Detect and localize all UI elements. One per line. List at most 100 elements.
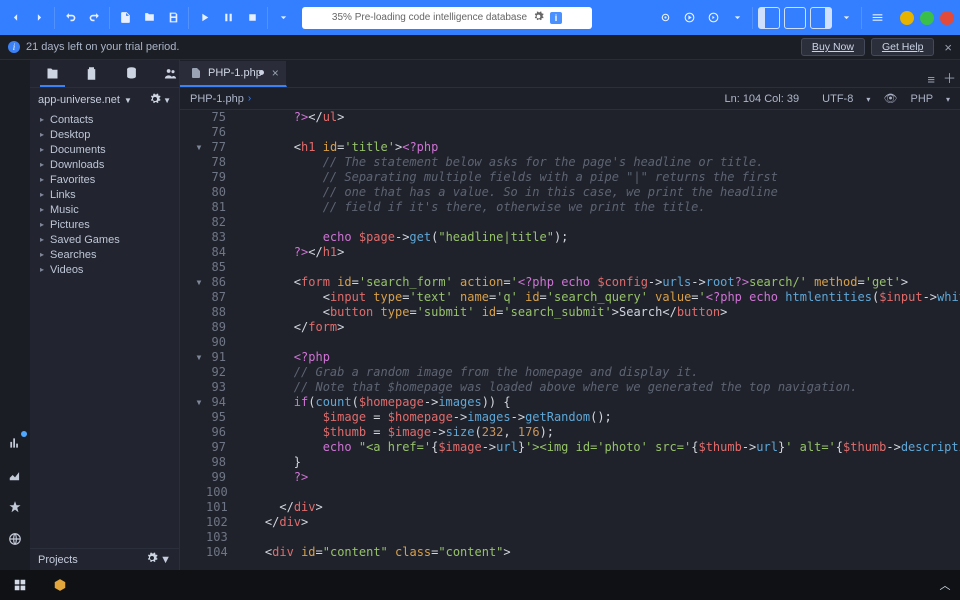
- sidebar-item[interactable]: ▸Contacts: [30, 112, 179, 127]
- fold-toggle[interactable]: [192, 365, 206, 380]
- code-content[interactable]: </form>: [232, 320, 960, 335]
- code-content[interactable]: [232, 530, 960, 545]
- favorites-button[interactable]: [4, 496, 26, 518]
- fold-toggle[interactable]: ▾: [192, 275, 206, 290]
- sidebar-item[interactable]: ▸Links: [30, 187, 179, 202]
- code-content[interactable]: <h1 id='title'><?php: [232, 140, 960, 155]
- save-button[interactable]: [162, 7, 184, 29]
- code-line[interactable]: 87 <input type='text' name='q' id='searc…: [180, 290, 960, 305]
- users-icon[interactable]: [162, 66, 179, 81]
- search-input[interactable]: 35% Pre-loading code intelligence databa…: [302, 7, 592, 29]
- code-line[interactable]: 92 // Grab a random image from the homep…: [180, 365, 960, 380]
- fold-toggle[interactable]: [192, 155, 206, 170]
- code-line[interactable]: 76: [180, 125, 960, 140]
- code-content[interactable]: // one that has a value. So in this case…: [232, 185, 960, 200]
- more-button[interactable]: [272, 7, 294, 29]
- undo-button[interactable]: [59, 7, 81, 29]
- close-tab-button[interactable]: ×: [272, 66, 279, 80]
- fold-toggle[interactable]: [192, 425, 206, 440]
- code-line[interactable]: 85: [180, 260, 960, 275]
- sidebar-item[interactable]: ▸Searches: [30, 247, 179, 262]
- get-help-button[interactable]: Get Help: [871, 38, 934, 56]
- code-content[interactable]: [232, 335, 960, 350]
- code-content[interactable]: if(count($homepage->images)) {: [232, 395, 960, 410]
- fold-toggle[interactable]: [192, 500, 206, 515]
- code-line[interactable]: ▾77 <h1 id='title'><?php: [180, 140, 960, 155]
- code-line[interactable]: 90: [180, 335, 960, 350]
- code-editor[interactable]: 75 ?></ul>76▾77 <h1 id='title'><?php78 /…: [180, 110, 960, 570]
- fold-toggle[interactable]: [192, 125, 206, 140]
- sidebar-title-row[interactable]: app-universe.net▼ ▼: [30, 88, 179, 112]
- database-icon[interactable]: [123, 66, 140, 81]
- code-content[interactable]: <button type='submit' id='search_submit'…: [232, 305, 960, 320]
- fold-toggle[interactable]: [192, 470, 206, 485]
- code-line[interactable]: 84 ?></h1>: [180, 245, 960, 260]
- fold-toggle[interactable]: [192, 245, 206, 260]
- code-content[interactable]: <input type='text' name='q' id='search_q…: [232, 290, 960, 305]
- fold-toggle[interactable]: [192, 230, 206, 245]
- close-window-icon[interactable]: [940, 11, 954, 25]
- fold-toggle[interactable]: [192, 260, 206, 275]
- code-content[interactable]: <div id="content" class="content">: [232, 545, 960, 560]
- code-content[interactable]: // field if it's there, otherwise we pri…: [232, 200, 960, 215]
- gear-icon[interactable]: [149, 93, 161, 108]
- code-line[interactable]: 102 </div>: [180, 515, 960, 530]
- new-file-button[interactable]: [114, 7, 136, 29]
- taskbar-app-1[interactable]: [40, 570, 80, 600]
- code-content[interactable]: // The statement below asks for the page…: [232, 155, 960, 170]
- minimize-icon[interactable]: [900, 11, 914, 25]
- code-line[interactable]: 101 </div>: [180, 500, 960, 515]
- code-line[interactable]: 81 // field if it's there, otherwise we …: [180, 200, 960, 215]
- code-line[interactable]: ▾94 if(count($homepage->images)) {: [180, 395, 960, 410]
- code-content[interactable]: <?php: [232, 350, 960, 365]
- fold-toggle[interactable]: [192, 185, 206, 200]
- code-content[interactable]: [232, 125, 960, 140]
- code-content[interactable]: $image = $homepage->images->getRandom();: [232, 410, 960, 425]
- explorer-view-icon[interactable]: [44, 66, 61, 81]
- code-content[interactable]: <form id='search_form' action='<?php ech…: [232, 275, 960, 290]
- code-line[interactable]: 96 $thumb = $image->size(232, 176);: [180, 425, 960, 440]
- fold-toggle[interactable]: [192, 545, 206, 560]
- code-line[interactable]: 89 </form>: [180, 320, 960, 335]
- fold-toggle[interactable]: [192, 380, 206, 395]
- gear-icon[interactable]: [146, 552, 158, 567]
- code-line[interactable]: 93 // Note that $homepage was loaded abo…: [180, 380, 960, 395]
- code-line[interactable]: 78 // The statement below asks for the p…: [180, 155, 960, 170]
- fold-toggle[interactable]: ▾: [192, 140, 206, 155]
- run-button[interactable]: [193, 7, 215, 29]
- fold-toggle[interactable]: ▾: [192, 395, 206, 410]
- code-line[interactable]: 103: [180, 530, 960, 545]
- fold-toggle[interactable]: [192, 200, 206, 215]
- pause-button[interactable]: [217, 7, 239, 29]
- clipboard-icon[interactable]: [83, 66, 100, 81]
- fold-toggle[interactable]: [192, 290, 206, 305]
- layout-right-button[interactable]: [810, 7, 832, 29]
- gear-icon[interactable]: [533, 11, 544, 25]
- code-content[interactable]: // Grab a random image from the homepage…: [232, 365, 960, 380]
- code-content[interactable]: [232, 215, 960, 230]
- code-line[interactable]: 80 // one that has a value. So in this c…: [180, 185, 960, 200]
- code-content[interactable]: ?></h1>: [232, 245, 960, 260]
- code-line[interactable]: 82: [180, 215, 960, 230]
- sidebar-item[interactable]: ▸Saved Games: [30, 232, 179, 247]
- code-line[interactable]: 79 // Separating multiple fields with a …: [180, 170, 960, 185]
- code-line[interactable]: 98 }: [180, 455, 960, 470]
- nav-forward-button[interactable]: [28, 7, 50, 29]
- info-icon[interactable]: i: [550, 12, 562, 24]
- code-content[interactable]: // Separating multiple fields with a pip…: [232, 170, 960, 185]
- code-content[interactable]: }: [232, 455, 960, 470]
- code-content[interactable]: echo "<a href='{$image->url}'><img id='p…: [232, 440, 960, 455]
- fold-toggle[interactable]: [192, 110, 206, 125]
- fold-toggle[interactable]: [192, 530, 206, 545]
- code-content[interactable]: [232, 485, 960, 500]
- macros-dropdown-button[interactable]: [726, 7, 748, 29]
- graph-view-button[interactable]: [4, 464, 26, 486]
- close-trialbar-button[interactable]: ×: [944, 40, 952, 55]
- code-line[interactable]: ▾86 <form id='search_form' action='<?php…: [180, 275, 960, 290]
- code-content[interactable]: </div>: [232, 500, 960, 515]
- sidebar-footer[interactable]: Projects ▼: [30, 548, 179, 570]
- fold-toggle[interactable]: [192, 515, 206, 530]
- sidebar-item[interactable]: ▸Desktop: [30, 127, 179, 142]
- code-line[interactable]: 99 ?>: [180, 470, 960, 485]
- start-button[interactable]: [0, 570, 40, 600]
